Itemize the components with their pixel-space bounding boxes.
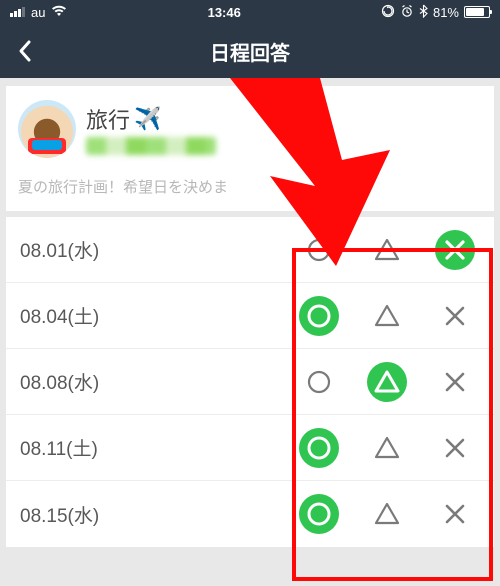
avatar xyxy=(18,100,76,158)
orientation-lock-icon xyxy=(381,4,395,21)
date-row: 08.11(土) xyxy=(6,415,494,481)
status-bar: au 13:46 81% xyxy=(0,0,500,24)
battery-pct: 81% xyxy=(433,5,459,20)
signal-icon xyxy=(10,7,25,17)
date-label: 08.11(土) xyxy=(20,434,294,461)
alarm-icon xyxy=(400,4,414,21)
choice-group xyxy=(294,428,480,468)
event-title-text: 旅行 xyxy=(86,103,130,135)
date-row: 08.15(水) xyxy=(6,481,494,547)
date-label: 08.04(土) xyxy=(20,302,294,329)
choice-group xyxy=(294,494,480,534)
event-title: 旅行 ✈️ xyxy=(86,103,216,135)
date-row: 08.04(土) xyxy=(6,283,494,349)
back-button[interactable] xyxy=(10,36,40,66)
choice-maybe-button[interactable] xyxy=(367,296,407,336)
choice-group xyxy=(294,296,480,336)
choice-no-button[interactable] xyxy=(435,494,475,534)
clock: 13:46 xyxy=(67,5,381,20)
choice-maybe-button[interactable] xyxy=(367,362,407,402)
choice-yes-button[interactable] xyxy=(299,230,339,270)
redacted-organizer xyxy=(86,137,216,155)
choice-no-button[interactable] xyxy=(435,362,475,402)
choice-maybe-button[interactable] xyxy=(367,494,407,534)
event-card: 旅行 ✈️ 夏の旅行計画！希望日を決めま xyxy=(6,86,494,211)
page-title: 日程回答 xyxy=(0,37,500,66)
status-right: 81% xyxy=(381,4,490,21)
choice-no-button[interactable] xyxy=(435,296,475,336)
bluetooth-icon xyxy=(419,4,428,21)
battery-icon xyxy=(464,6,490,18)
choice-group xyxy=(294,362,480,402)
event-subtitle: 夏の旅行計画！希望日を決めま xyxy=(18,176,482,197)
date-list: 08.01(水) 08.04(土) 08.08(水) 08.11(土) 08.15(水) xyxy=(6,217,494,547)
date-row: 08.08(水) xyxy=(6,349,494,415)
date-label: 08.01(水) xyxy=(20,236,294,263)
date-label: 08.15(水) xyxy=(20,501,294,528)
choice-yes-button[interactable] xyxy=(299,428,339,468)
nav-bar: 日程回答 xyxy=(0,24,500,78)
carrier-label: au xyxy=(31,5,45,20)
date-label: 08.08(水) xyxy=(20,368,294,395)
choice-no-button[interactable] xyxy=(435,230,475,270)
choice-maybe-button[interactable] xyxy=(367,428,407,468)
status-left: au xyxy=(10,4,67,20)
airplane-icon: ✈️ xyxy=(134,106,161,132)
choice-yes-button[interactable] xyxy=(299,362,339,402)
choice-no-button[interactable] xyxy=(435,428,475,468)
wifi-icon xyxy=(51,4,67,20)
choice-maybe-button[interactable] xyxy=(367,230,407,270)
choice-yes-button[interactable] xyxy=(299,296,339,336)
choice-group xyxy=(294,230,480,270)
date-row: 08.01(水) xyxy=(6,217,494,283)
choice-yes-button[interactable] xyxy=(299,494,339,534)
